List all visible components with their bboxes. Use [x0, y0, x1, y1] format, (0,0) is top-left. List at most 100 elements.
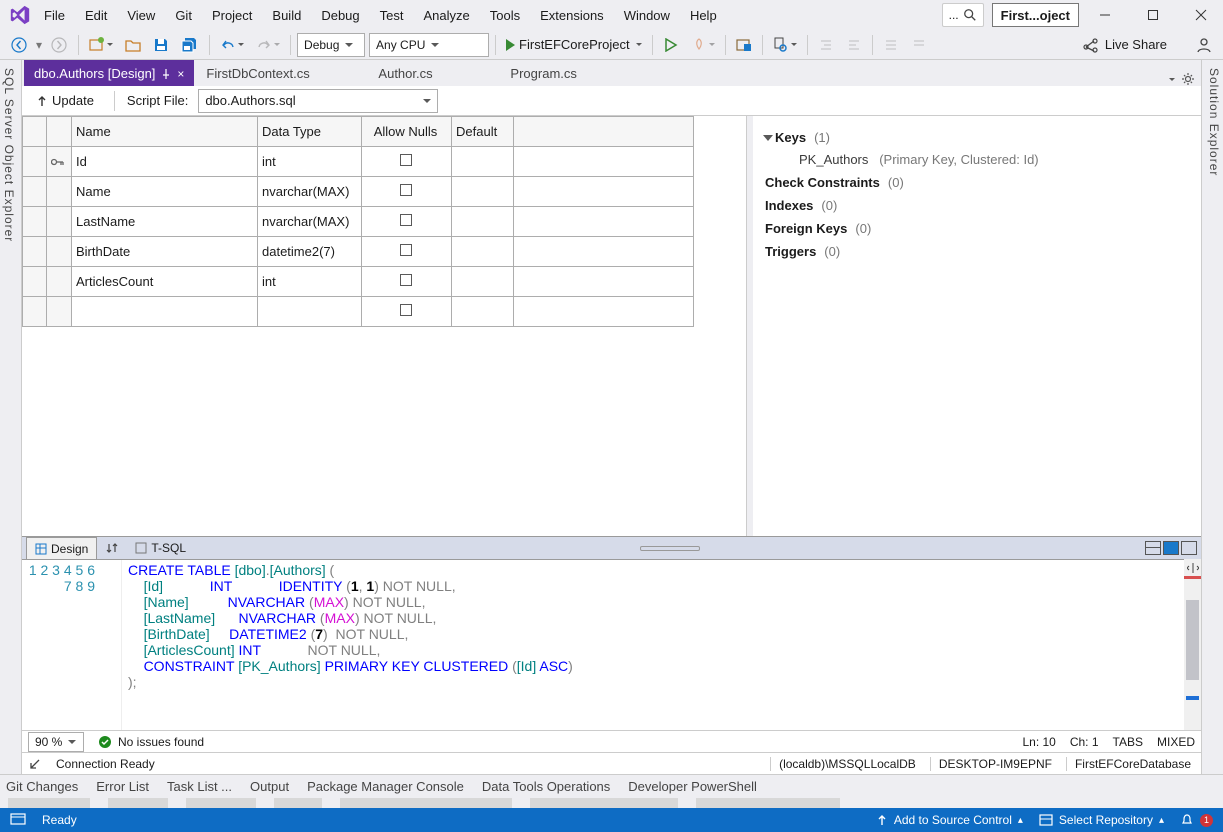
- close-icon[interactable]: ×: [177, 67, 184, 81]
- config-dropdown[interactable]: Debug: [297, 33, 365, 57]
- menu-git[interactable]: Git: [165, 4, 202, 27]
- start-no-debug-button[interactable]: [659, 33, 683, 57]
- output-icon[interactable]: [10, 813, 26, 827]
- start-debug-button[interactable]: FirstEFCoreProject: [502, 33, 646, 57]
- pin-icon[interactable]: [161, 69, 171, 79]
- panel-tab-error-list[interactable]: Error List: [96, 779, 149, 794]
- menu-test[interactable]: Test: [370, 4, 414, 27]
- menu-edit[interactable]: Edit: [75, 4, 117, 27]
- sql-server-explorer-tab[interactable]: SQL Server Object Explorer: [0, 60, 22, 774]
- zoom-dropdown[interactable]: 90 %: [28, 732, 84, 752]
- key-item[interactable]: PK_Authors (Primary Key, Clustered: Id): [763, 149, 1191, 171]
- column-row[interactable]: Namenvarchar(MAX): [23, 177, 694, 207]
- issues-indicator[interactable]: No issues found: [98, 735, 204, 749]
- menu-build[interactable]: Build: [262, 4, 311, 27]
- tab-firstdbcontext[interactable]: FirstDbContext.cs: [196, 60, 366, 86]
- script-file-dropdown[interactable]: dbo.Authors.sql: [198, 89, 438, 113]
- indent-button[interactable]: [814, 33, 838, 57]
- scrollbar[interactable]: ▴: [1184, 560, 1201, 730]
- save-all-button[interactable]: [177, 33, 203, 57]
- sql-editor[interactable]: 1 2 3 4 5 6 7 8 9 CREATE TABLE [dbo].[Au…: [22, 560, 1201, 730]
- main-toolbar: ▾ Debug Any CPU FirstEFCoreProject Live …: [0, 30, 1223, 60]
- col-indicator[interactable]: Ch: 1: [1070, 735, 1099, 749]
- col-header-name[interactable]: Name: [72, 117, 258, 147]
- swap-button[interactable]: [97, 537, 127, 559]
- column-row[interactable]: ArticlesCountint: [23, 267, 694, 297]
- select-repository-button[interactable]: Select Repository ▴: [1039, 813, 1164, 827]
- tab-dbo-authors-design[interactable]: dbo.Authors [Design] ×: [24, 60, 194, 86]
- menu-project[interactable]: Project: [202, 4, 262, 27]
- columns-grid[interactable]: Name Data Type Allow Nulls Default Idint…: [22, 116, 747, 536]
- col-header-type[interactable]: Data Type: [258, 117, 362, 147]
- mixed-indicator[interactable]: MIXED: [1157, 735, 1195, 749]
- key-icon: [47, 147, 72, 177]
- menu-file[interactable]: File: [34, 4, 75, 27]
- line-indicator[interactable]: Ln: 10: [1022, 735, 1055, 749]
- gear-icon[interactable]: [1181, 72, 1195, 86]
- design-tab[interactable]: Design: [26, 537, 97, 559]
- maximize-button[interactable]: [1131, 1, 1175, 29]
- layout-v-button[interactable]: [1163, 541, 1179, 555]
- column-row[interactable]: Idint: [23, 147, 694, 177]
- minimize-button[interactable]: [1083, 1, 1127, 29]
- new-column-row[interactable]: [23, 297, 694, 327]
- menu-extensions[interactable]: Extensions: [530, 4, 614, 27]
- new-item-button[interactable]: [85, 33, 117, 57]
- tabs-overflow-button[interactable]: [1169, 78, 1175, 81]
- close-button[interactable]: [1179, 1, 1223, 29]
- browse-button[interactable]: [732, 33, 756, 57]
- triggers-node[interactable]: Triggers(0): [763, 240, 1191, 263]
- undo-button[interactable]: [216, 33, 248, 57]
- swap-icon: [105, 542, 119, 554]
- hot-reload-button[interactable]: [687, 33, 719, 57]
- notifications-button[interactable]: 1: [1180, 813, 1213, 827]
- project-name-box[interactable]: First...oject: [992, 3, 1079, 27]
- panel-tab-data-tools-operations[interactable]: Data Tools Operations: [482, 779, 610, 794]
- open-button[interactable]: [121, 33, 145, 57]
- panel-tab-package-manager-console[interactable]: Package Manager Console: [307, 779, 464, 794]
- uncomment-button[interactable]: [907, 33, 931, 57]
- add-source-control-button[interactable]: Add to Source Control ▴: [876, 813, 1023, 827]
- tsql-tab[interactable]: T-SQL: [127, 537, 194, 559]
- bottom-panel-tabs: Git Changes Error List Task List ... Output…: [0, 774, 1223, 798]
- menu-help[interactable]: Help: [680, 4, 727, 27]
- upload-icon: [876, 814, 888, 826]
- platform-dropdown[interactable]: Any CPU: [369, 33, 489, 57]
- comment-button[interactable]: [879, 33, 903, 57]
- tabs-indicator[interactable]: TABS: [1113, 735, 1143, 749]
- check-constraints-node[interactable]: Check Constraints(0): [763, 171, 1191, 194]
- nav-fwd-button[interactable]: [46, 33, 72, 57]
- find-in-files-button[interactable]: [769, 33, 801, 57]
- layout-single-button[interactable]: [1181, 541, 1197, 555]
- horizontal-splitter-handle[interactable]: [640, 546, 700, 551]
- live-share-button[interactable]: Live Share: [1073, 33, 1177, 57]
- col-header-default[interactable]: Default: [452, 117, 514, 147]
- split-editor-button[interactable]: [1184, 559, 1201, 576]
- foreign-keys-node[interactable]: Foreign Keys(0): [763, 217, 1191, 240]
- account-button[interactable]: [1191, 33, 1217, 57]
- search-box[interactable]: ...: [942, 3, 984, 27]
- layout-h-button[interactable]: [1145, 541, 1161, 555]
- tab-author[interactable]: Author.cs: [368, 60, 498, 86]
- panel-tab-git-changes[interactable]: Git Changes: [6, 779, 78, 794]
- panel-tab-developer-powershell[interactable]: Developer PowerShell: [628, 779, 757, 794]
- col-header-nulls[interactable]: Allow Nulls: [362, 117, 452, 147]
- menu-view[interactable]: View: [117, 4, 165, 27]
- menu-debug[interactable]: Debug: [311, 4, 369, 27]
- solution-explorer-tab[interactable]: Solution Explorer: [1201, 60, 1223, 774]
- column-row[interactable]: BirthDatedatetime2(7): [23, 237, 694, 267]
- redo-button[interactable]: [252, 33, 284, 57]
- update-button[interactable]: Update: [28, 89, 102, 113]
- panel-tab-task-list-[interactable]: Task List ...: [167, 779, 232, 794]
- keys-node[interactable]: Keys(1): [763, 126, 1191, 149]
- tab-program[interactable]: Program.cs: [500, 60, 630, 86]
- panel-tab-output[interactable]: Output: [250, 779, 289, 794]
- menu-tools[interactable]: Tools: [480, 4, 530, 27]
- indexes-node[interactable]: Indexes(0): [763, 194, 1191, 217]
- save-button[interactable]: [149, 33, 173, 57]
- outdent-button[interactable]: [842, 33, 866, 57]
- menu-analyze[interactable]: Analyze: [413, 4, 479, 27]
- menu-window[interactable]: Window: [614, 4, 680, 27]
- column-row[interactable]: LastNamenvarchar(MAX): [23, 207, 694, 237]
- nav-back-button[interactable]: [6, 33, 32, 57]
